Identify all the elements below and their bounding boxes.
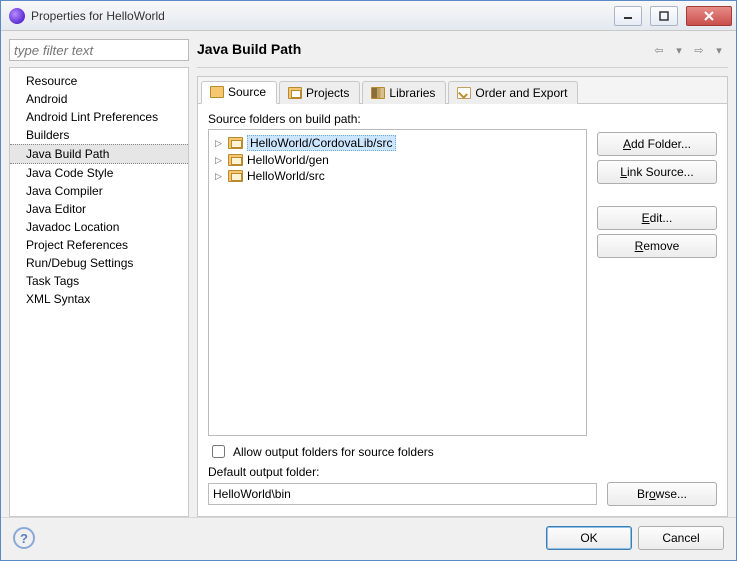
nav-back-menu[interactable]: ▾: [670, 41, 688, 59]
source-buttons: Add Folder... Link Source... Edit... Rem…: [597, 112, 717, 436]
nav-forward-menu[interactable]: ▾: [710, 41, 728, 59]
nav-item-run-debug[interactable]: Run/Debug Settings: [10, 254, 188, 272]
tree-item[interactable]: ▷ HelloWorld/gen: [211, 152, 584, 168]
nav-forward-button[interactable]: ⇨: [690, 41, 708, 59]
nav-item-android[interactable]: Android: [10, 90, 188, 108]
default-output-input[interactable]: [208, 483, 597, 505]
package-folder-icon: [228, 170, 243, 182]
nav-item-xml-syntax[interactable]: XML Syntax: [10, 290, 188, 308]
filter-input[interactable]: [9, 39, 189, 61]
tree-item-label: HelloWorld/gen: [247, 153, 329, 167]
properties-dialog: Properties for HelloWorld Resource Andro…: [0, 0, 737, 561]
browse-button[interactable]: Browse...: [607, 482, 717, 506]
eclipse-icon: [9, 8, 25, 24]
tree-item-label: HelloWorld/src: [247, 169, 325, 183]
cancel-button[interactable]: Cancel: [638, 526, 724, 550]
maximize-button[interactable]: [650, 6, 678, 26]
tab-source[interactable]: Source: [201, 81, 277, 104]
maximize-icon: [659, 11, 669, 21]
link-source-button[interactable]: Link Source...: [597, 160, 717, 184]
source-folders-label: Source folders on build path:: [208, 112, 587, 126]
allow-output-row: Allow output folders for source folders: [208, 442, 717, 461]
expand-icon[interactable]: ▷: [215, 171, 224, 182]
window-title: Properties for HelloWorld: [31, 9, 606, 23]
nav-panel: Resource Android Android Lint Preference…: [9, 39, 189, 517]
nav-item-task-tags[interactable]: Task Tags: [10, 272, 188, 290]
expand-icon[interactable]: ▷: [215, 138, 224, 149]
nav-item-java-editor[interactable]: Java Editor: [10, 200, 188, 218]
main-header: Java Build Path ⇦ ▾ ⇨ ▾: [197, 39, 728, 68]
nav-item-java-build-path[interactable]: Java Build Path: [10, 144, 188, 164]
main-content: Source Projects Libraries Order and Expo…: [197, 76, 728, 517]
expand-icon[interactable]: ▷: [215, 155, 224, 166]
tab-libraries[interactable]: Libraries: [362, 81, 446, 104]
nav-item-java-compiler[interactable]: Java Compiler: [10, 182, 188, 200]
add-folder-button[interactable]: Add Folder...: [597, 132, 717, 156]
edit-button[interactable]: Edit...: [597, 206, 717, 230]
package-folder-icon: [228, 137, 243, 149]
tab-order-export[interactable]: Order and Export: [448, 81, 578, 104]
nav-list[interactable]: Resource Android Android Lint Preference…: [9, 67, 189, 517]
tab-label: Libraries: [389, 86, 435, 100]
order-export-icon: [457, 87, 471, 99]
tab-body-source: Source folders on build path: ▷ HelloWor…: [198, 104, 727, 516]
tree-item-label: HelloWorld/CordovaLib/src: [247, 135, 396, 151]
package-folder-icon: [228, 154, 243, 166]
nav-item-builders[interactable]: Builders: [10, 126, 188, 144]
main-panel: Java Build Path ⇦ ▾ ⇨ ▾ Source Projects: [197, 39, 728, 517]
nav-item-java-code-style[interactable]: Java Code Style: [10, 164, 188, 182]
nav-back-button[interactable]: ⇦: [650, 41, 668, 59]
tab-label: Projects: [306, 86, 349, 100]
default-output-label: Default output folder:: [208, 465, 717, 479]
nav-item-resource[interactable]: Resource: [10, 72, 188, 90]
minimize-button[interactable]: [614, 6, 642, 26]
tabs: Source Projects Libraries Order and Expo…: [198, 77, 727, 104]
help-button[interactable]: ?: [13, 527, 35, 549]
tree-item[interactable]: ▷ HelloWorld/CordovaLib/src: [211, 134, 584, 152]
libraries-icon: [371, 87, 385, 99]
titlebar: Properties for HelloWorld: [1, 1, 736, 31]
close-button[interactable]: [686, 6, 732, 26]
dialog-body: Resource Android Android Lint Preference…: [1, 31, 736, 517]
ok-button[interactable]: OK: [546, 526, 632, 550]
nav-item-project-references[interactable]: Project References: [10, 236, 188, 254]
page-title: Java Build Path: [197, 41, 648, 57]
tree-item[interactable]: ▷ HelloWorld/src: [211, 168, 584, 184]
tab-label: Source: [228, 85, 266, 99]
dialog-footer: ? OK Cancel: [1, 517, 736, 560]
projects-icon: [288, 87, 302, 99]
tab-projects[interactable]: Projects: [279, 81, 360, 104]
allow-output-label: Allow output folders for source folders: [233, 445, 434, 459]
minimize-icon: [623, 11, 633, 21]
allow-output-checkbox[interactable]: [212, 445, 225, 458]
tab-label: Order and Export: [475, 86, 567, 100]
nav-item-javadoc-location[interactable]: Javadoc Location: [10, 218, 188, 236]
remove-button[interactable]: Remove: [597, 234, 717, 258]
source-folder-icon: [210, 86, 224, 98]
close-icon: [704, 11, 714, 21]
nav-item-android-lint[interactable]: Android Lint Preferences: [10, 108, 188, 126]
source-folders-tree[interactable]: ▷ HelloWorld/CordovaLib/src ▷ HelloWorld…: [208, 129, 587, 436]
